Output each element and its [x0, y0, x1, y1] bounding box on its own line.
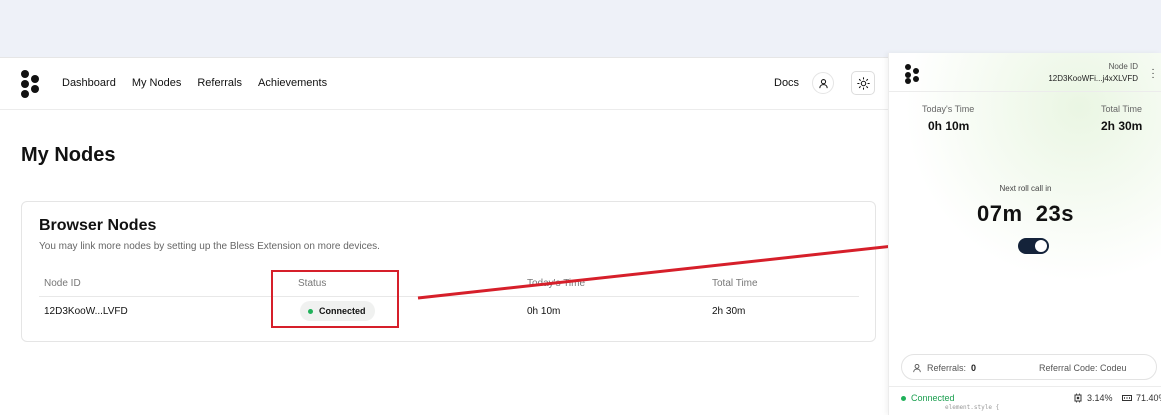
card-subtitle: You may link more nodes by setting up th…: [39, 241, 380, 252]
next-roll-label: Next roll call in: [999, 184, 1052, 193]
connected-dot-icon: [901, 395, 906, 401]
memory-icon: [1122, 395, 1132, 401]
extension-popup: Node ID 12D3KooWFi...j4xXLVFD · · · Today'…: [888, 53, 1161, 415]
browser-nodes-card: Browser Nodes You may link more nodes by…: [21, 201, 876, 342]
column-header-total-time: Total Time: [712, 278, 758, 289]
cell-total-time: 2h 30m: [712, 306, 746, 317]
extension-divider: [889, 91, 1161, 92]
extension-status-label: Connected: [911, 393, 955, 403]
cpu-usage-value: 3.14%: [1087, 393, 1113, 403]
browser-top-area: [0, 0, 1161, 52]
nav-link-docs[interactable]: Docs: [774, 77, 799, 89]
extension-footer-divider: [889, 386, 1161, 387]
toggle-knob: [1035, 240, 1047, 252]
top-nav: Dashboard My Nodes Referrals Achievement…: [0, 58, 888, 110]
card-title: Browser Nodes: [39, 217, 157, 234]
cpu-usage: 3.14%: [1073, 393, 1113, 403]
nav-link-dashboard[interactable]: Dashboard: [62, 77, 116, 89]
nav-link-achievements[interactable]: Achievements: [258, 77, 327, 89]
roll-call-countdown: 07m 23s: [977, 201, 1074, 226]
referrals-count: Referrals: 0: [912, 363, 976, 373]
extension-logo-icon: [905, 64, 921, 84]
extension-todays-time-label: Today's Time: [922, 104, 975, 114]
extension-node-id: 12D3KooWFi...j4xXLVFD: [1048, 74, 1138, 83]
extension-node-id-label: Node ID: [1108, 62, 1138, 71]
nav-link-my-nodes[interactable]: My Nodes: [132, 77, 182, 89]
kebab-icon[interactable]: · · ·: [1150, 65, 1156, 83]
sun-icon: [856, 76, 870, 90]
extension-status: Connected: [901, 393, 955, 403]
node-running-toggle[interactable]: [1018, 238, 1049, 254]
bless-logo-icon[interactable]: [21, 70, 43, 98]
memory-usage: 71.40%: [1122, 393, 1161, 403]
user-icon: [818, 78, 828, 88]
column-header-todays-time: Today's Time: [527, 278, 586, 289]
referral-bar: Referrals: 0 Referral Code: Codeu: [901, 354, 1157, 380]
extension-total-time: 2h 30m: [1101, 119, 1143, 133]
referrals-value: 0: [971, 363, 977, 373]
page-title: My Nodes: [21, 144, 116, 166]
profile-button[interactable]: [812, 72, 834, 94]
table-divider: [39, 296, 859, 297]
memory-usage-value: 71.40%: [1136, 393, 1161, 403]
nav-links: Dashboard My Nodes Referrals Achievement…: [62, 77, 327, 89]
extension-todays-time: 0h 10m: [928, 119, 970, 133]
nav-link-referrals[interactable]: Referrals: [197, 77, 242, 89]
column-header-node-id: Node ID: [44, 278, 81, 289]
theme-toggle-button[interactable]: [851, 71, 875, 95]
cell-todays-time: 0h 10m: [527, 306, 561, 317]
user-icon: [913, 363, 921, 373]
devtools-snippet: element.style {: [945, 404, 1000, 411]
extension-total-time-label: Total Time: [1101, 104, 1143, 114]
annotation-highlight-box: [271, 270, 399, 328]
cell-node-id: 12D3KooW...LVFD: [44, 306, 128, 317]
referral-code[interactable]: Referral Code: Codeu: [1039, 363, 1127, 373]
cpu-icon: [1074, 393, 1082, 403]
referrals-label: Referrals:: [927, 363, 967, 373]
